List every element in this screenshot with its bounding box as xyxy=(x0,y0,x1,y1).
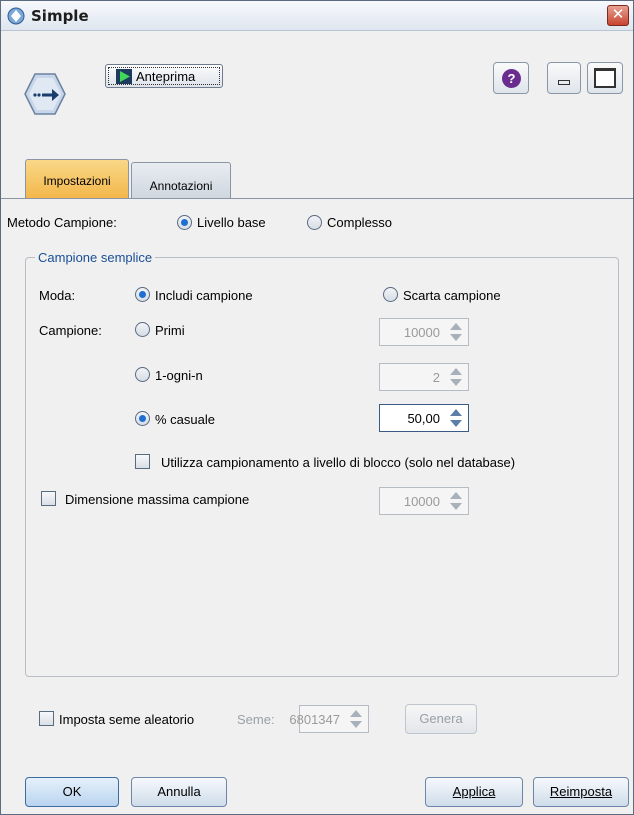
tab-label: Impostazioni xyxy=(43,174,111,188)
primi-value: 10000 xyxy=(403,325,440,340)
reset-label: Reimposta xyxy=(549,784,613,799)
ogni-n-value: 2 xyxy=(432,370,440,385)
radio-1-ogni-n[interactable] xyxy=(135,367,150,382)
sample-node-icon xyxy=(24,73,66,115)
ok-label: OK xyxy=(62,784,82,799)
cancel-label: Annulla xyxy=(157,784,201,799)
ogni-n-stepper[interactable]: 2 xyxy=(379,363,469,391)
spin-arrows-icon[interactable] xyxy=(446,366,466,388)
preview-label: Anteprima xyxy=(136,69,196,84)
cancel-button[interactable]: Annulla xyxy=(131,777,227,807)
node-type-icon xyxy=(7,7,25,25)
apply-label: Applica xyxy=(452,784,496,799)
preview-button[interactable]: Anteprima xyxy=(105,64,223,88)
method-label: Metodo Campione: xyxy=(7,215,117,230)
radio-scarta-campione[interactable] xyxy=(383,287,398,302)
title-bar[interactable]: Simple ✕ xyxy=(1,1,633,31)
radio-includi-campione[interactable] xyxy=(135,287,150,302)
sample-label: Campione: xyxy=(39,323,102,338)
help-icon: ? xyxy=(502,69,521,88)
primi-stepper[interactable]: 10000 xyxy=(379,318,469,346)
maximize-icon xyxy=(594,68,616,88)
tab-label: Annotazioni xyxy=(149,179,213,193)
generate-button[interactable]: Genera xyxy=(405,704,477,734)
max-size-checkbox[interactable] xyxy=(41,491,56,506)
seed-checkbox[interactable] xyxy=(39,711,54,726)
spin-arrows-icon[interactable] xyxy=(446,407,466,429)
close-icon: ✕ xyxy=(611,6,625,23)
seed-value: 6801347 xyxy=(289,712,340,727)
seed-checkbox-label[interactable]: Imposta seme aleatorio xyxy=(59,712,194,727)
toolbar: Anteprima ? xyxy=(1,32,633,144)
group-title: Campione semplice xyxy=(35,250,156,265)
ok-button[interactable]: OK xyxy=(25,777,119,807)
mode-label: Moda: xyxy=(39,288,76,303)
radio-complesso-label[interactable]: Complesso xyxy=(327,215,392,230)
help-button[interactable]: ? xyxy=(493,62,529,94)
close-button[interactable]: ✕ xyxy=(607,5,629,26)
block-level-label[interactable]: Utilizza campionamento a livello di bloc… xyxy=(161,455,515,470)
tab-divider xyxy=(1,198,633,199)
spin-arrows-icon[interactable] xyxy=(346,708,366,730)
dialog-window: Simple ✕ Anteprima ? Impostazioni Annota… xyxy=(0,0,634,815)
tab-annotazioni[interactable]: Annotazioni xyxy=(131,162,231,199)
window-title: Simple xyxy=(31,7,89,25)
max-size-stepper[interactable]: 10000 xyxy=(379,487,469,515)
max-size-label[interactable]: Dimensione massima campione xyxy=(65,492,249,507)
radio-casuale[interactable] xyxy=(135,411,150,426)
apply-button[interactable]: Applica xyxy=(425,777,523,807)
maximize-button[interactable] xyxy=(587,62,623,94)
radio-livello-base[interactable] xyxy=(177,215,192,230)
casuale-value[interactable]: 50,00 xyxy=(407,411,440,426)
seed-stepper[interactable]: 6801347 xyxy=(289,705,369,733)
radio-includi-campione-label[interactable]: Includi campione xyxy=(155,288,253,303)
radio-1-ogni-n-label[interactable]: 1-ogni-n xyxy=(155,368,203,383)
spin-arrows-icon[interactable] xyxy=(446,490,466,512)
casuale-stepper[interactable]: 50,00 xyxy=(379,404,469,432)
play-icon xyxy=(116,69,132,84)
minimize-icon xyxy=(558,80,570,85)
generate-label: Genera xyxy=(419,711,463,726)
reset-button[interactable]: Reimposta xyxy=(533,777,629,807)
spin-arrows-icon[interactable] xyxy=(446,321,466,343)
minimize-button[interactable] xyxy=(547,62,581,94)
block-level-checkbox[interactable] xyxy=(135,454,150,469)
radio-primi-label[interactable]: Primi xyxy=(155,323,185,338)
max-size-value: 10000 xyxy=(403,494,440,509)
radio-primi[interactable] xyxy=(135,322,150,337)
radio-scarta-campione-label[interactable]: Scarta campione xyxy=(403,288,501,303)
tab-impostazioni[interactable]: Impostazioni xyxy=(25,159,129,199)
radio-livello-base-label[interactable]: Livello base xyxy=(197,215,266,230)
seed-label: Seme: xyxy=(237,712,275,727)
radio-complesso[interactable] xyxy=(307,215,322,230)
radio-casuale-label[interactable]: % casuale xyxy=(155,412,215,427)
